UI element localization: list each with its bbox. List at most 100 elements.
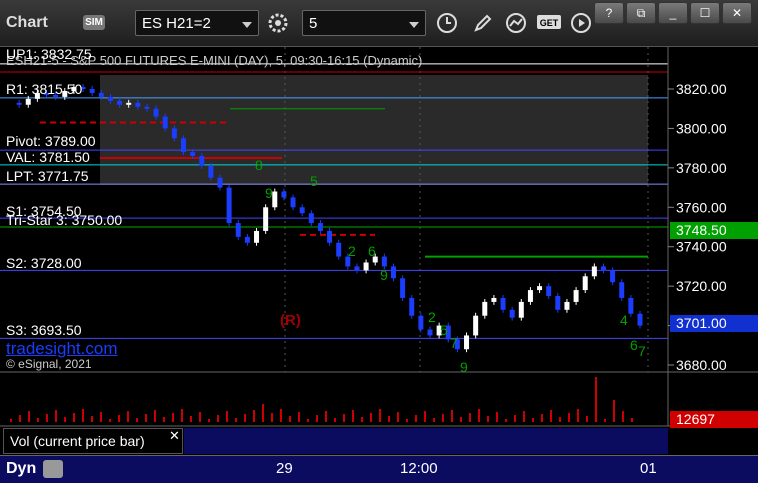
level-label-up1: UP1: 3832.75 (6, 46, 92, 62)
volume-bar (595, 377, 597, 422)
r-marker: (R) (280, 312, 301, 329)
candle-body (619, 282, 625, 298)
candle-body (126, 102, 132, 105)
get-button[interactable]: GET (536, 10, 562, 36)
get-icon: GET (537, 15, 561, 29)
candle-body (491, 297, 497, 302)
volume-bar (370, 413, 372, 422)
y-tick-label: 3740.00 (676, 239, 727, 255)
volume-bar (541, 414, 543, 422)
study-icon (506, 13, 526, 33)
volume-bar (280, 409, 282, 422)
price-tag-green: 3748.50 (670, 222, 758, 239)
bottom-bar: Dyn 29 12:00 01 (0, 455, 758, 483)
clock-button[interactable] (434, 10, 460, 36)
last-price-value: 3701.00 (676, 315, 727, 331)
volume-bar (559, 417, 561, 422)
y-tick-label: 3680.00 (676, 357, 727, 373)
candle-body (235, 223, 241, 237)
pencil-button[interactable] (470, 10, 496, 36)
volume-bar (145, 414, 147, 422)
y-tick-label: 3780.00 (676, 160, 727, 176)
play-button[interactable] (568, 10, 594, 36)
volume-bar (451, 410, 453, 422)
interval-value: 5 (309, 15, 318, 32)
volume-tag: 12697 (670, 411, 758, 428)
candle-body (464, 335, 470, 350)
price-chart[interactable]: 8952 69257946 7 3820.003800.003780.003760.… (0, 47, 758, 472)
candle-body (107, 96, 113, 101)
candle-body (564, 301, 570, 310)
volume-bar (28, 411, 30, 422)
volume-bar (316, 415, 318, 422)
sequence-label: 5 (310, 173, 318, 189)
sequence-label: 8 (255, 157, 263, 173)
candle-body (363, 262, 369, 271)
volume-bar (136, 418, 138, 422)
last-price-tag: 3701.00 (670, 315, 758, 332)
volume-bar (217, 415, 219, 422)
svg-text:GET: GET (540, 18, 559, 28)
restore-button[interactable]: ⧉ (626, 2, 656, 24)
sequence-label: 9 (460, 359, 468, 375)
close-button[interactable]: ✕ (722, 2, 752, 24)
symbol-value: ES H21=2 (142, 15, 211, 32)
y-tick-label: 3720.00 (676, 278, 727, 294)
candle-body (244, 236, 250, 243)
volume-bar (577, 409, 579, 422)
candle-body (208, 165, 214, 178)
gear-button[interactable] (265, 10, 291, 36)
x-tick-01: 01 (640, 460, 657, 477)
pencil-icon (474, 14, 492, 32)
close-pane-icon[interactable]: ✕ (169, 428, 180, 444)
watermark-link[interactable]: tradesight.com (6, 339, 118, 359)
volume-bar (208, 419, 210, 422)
interval-combo[interactable]: 5 (302, 10, 426, 36)
gear-icon (268, 13, 288, 33)
volume-bar (226, 411, 228, 422)
volume-bar (469, 413, 471, 422)
volume-bar (487, 416, 489, 422)
volume-bar (622, 411, 624, 422)
volume-bar (397, 412, 399, 422)
candle-body (610, 270, 616, 283)
sequence-label: 7 (450, 335, 458, 351)
volume-bar (100, 412, 102, 422)
volume-bar (352, 410, 354, 422)
candle-body (527, 290, 533, 302)
candle-body (381, 256, 387, 267)
volume-bar (19, 415, 21, 422)
volume-bar (532, 418, 534, 422)
volume-bar (550, 410, 552, 422)
volume-bar (46, 414, 48, 422)
candle-body (591, 266, 597, 277)
volume-bar (64, 417, 66, 422)
volume-bar (82, 409, 84, 422)
volume-bar (181, 409, 183, 422)
volume-label-text: Vol (current price bar) (10, 433, 145, 449)
volume-bar (289, 416, 291, 422)
chart-title: Chart (6, 14, 48, 31)
level-label-lpt: LPT: 3771.75 (6, 168, 89, 184)
volume-bar (55, 410, 57, 422)
volume-bar (586, 416, 588, 422)
minimize-button[interactable]: _ (658, 2, 688, 24)
volume-bar (199, 412, 201, 422)
x-tick-29: 29 (276, 460, 293, 477)
volume-bar (244, 414, 246, 422)
candle-body (135, 102, 141, 107)
help-button[interactable]: ? (594, 2, 624, 24)
candle-body (573, 290, 579, 302)
candle-body (518, 301, 524, 318)
study-button[interactable] (503, 10, 529, 36)
lock-icon[interactable] (43, 460, 63, 478)
volume-bar (460, 417, 462, 422)
volume-bar (334, 418, 336, 422)
maximize-button[interactable]: ☐ (690, 2, 720, 24)
volume-bar (613, 400, 615, 422)
sim-badge: SIM (83, 15, 105, 30)
x-tick-1200: 12:00 (400, 460, 438, 477)
volume-bar (604, 419, 606, 422)
symbol-combo[interactable]: ES H21=2 (135, 10, 259, 36)
candle-body (500, 297, 506, 310)
